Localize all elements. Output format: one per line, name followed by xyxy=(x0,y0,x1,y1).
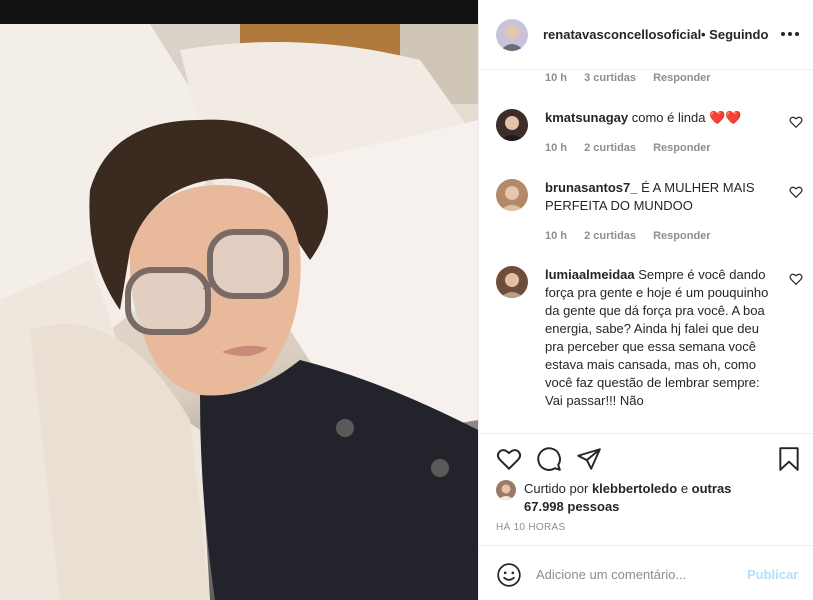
post-photo[interactable] xyxy=(0,0,478,600)
like-comment-heart-icon[interactable] xyxy=(789,185,803,199)
author-username[interactable]: renatavasconcellosoficial xyxy=(543,27,703,42)
comment-bubble-icon[interactable] xyxy=(536,446,562,472)
comment-time: 10 h xyxy=(545,142,568,154)
like-comment-heart-icon[interactable] xyxy=(789,115,803,129)
comment-body: como é linda ❤️❤️ xyxy=(631,110,742,125)
post-timestamp[interactable]: HÁ 10 HORAS xyxy=(496,522,565,533)
commenter-username[interactable]: brunasantos7_ xyxy=(545,180,637,195)
comment-time: 10 h xyxy=(545,72,568,84)
post-photo-image xyxy=(0,0,478,600)
comment-text: lumiaalmeidaa Sempre é você dando força … xyxy=(545,266,770,410)
following-status[interactable]: • Seguindo xyxy=(701,27,768,42)
like-heart-icon[interactable] xyxy=(496,446,522,472)
author-avatar[interactable] xyxy=(496,19,528,51)
reply-button[interactable]: Responder xyxy=(653,142,710,154)
reply-button[interactable]: Responder xyxy=(653,230,710,242)
comment-meta: 10 h 2 curtidas Responder xyxy=(545,230,725,242)
commenter-username[interactable]: lumiaalmeidaa xyxy=(545,267,635,282)
commenter-avatar[interactable] xyxy=(496,179,528,211)
comment-time: 10 h xyxy=(545,230,568,242)
commenter-username[interactable]: kmatsunagay xyxy=(545,110,628,125)
reply-button[interactable]: Responder xyxy=(653,72,710,84)
post-side-panel: renatavasconcellosoficial • Seguindo 10 … xyxy=(478,0,813,600)
comments-list[interactable]: 10 h 3 curtidas Responder kmatsunagay co… xyxy=(479,71,813,431)
emoji-icon[interactable] xyxy=(496,562,522,588)
comment-text: kmatsunagay como é linda ❤️❤️ xyxy=(545,109,770,127)
bookmark-icon[interactable] xyxy=(776,446,802,472)
likes-text: Curtido por klebbertoledo e outras 67.99… xyxy=(524,480,764,516)
comment-likes[interactable]: 3 curtidas xyxy=(584,72,636,84)
liker-avatar[interactable] xyxy=(496,480,516,500)
comment-likes[interactable]: 2 curtidas xyxy=(584,230,636,242)
commenter-avatar[interactable] xyxy=(496,109,528,141)
comment-text: brunasantos7_ É A MULHER MAIS PERFEITA D… xyxy=(545,179,770,215)
comment-meta: 10 h 2 curtidas Responder xyxy=(545,142,725,154)
commenter-avatar[interactable] xyxy=(496,266,528,298)
more-horizontal-icon[interactable] xyxy=(779,26,801,42)
add-comment-bar: Publicar xyxy=(479,545,813,600)
comment-meta: 10 h 3 curtidas Responder xyxy=(545,72,725,84)
comment-body: Sempre é você dando força pra gente e ho… xyxy=(545,267,769,408)
comment-likes[interactable]: 2 curtidas xyxy=(584,142,636,154)
publish-button[interactable]: Publicar xyxy=(747,567,798,582)
share-send-icon[interactable] xyxy=(576,446,602,472)
post-actions: Curtido por klebbertoledo e outras 67.99… xyxy=(479,433,813,545)
like-comment-heart-icon[interactable] xyxy=(789,272,803,286)
likes-prefix: Curtido por xyxy=(524,481,589,496)
comment-input[interactable] xyxy=(536,562,736,586)
likes-middle: e xyxy=(680,481,689,496)
liker-username[interactable]: klebbertoledo xyxy=(592,481,677,496)
post-header: renatavasconcellosoficial • Seguindo xyxy=(479,0,813,70)
